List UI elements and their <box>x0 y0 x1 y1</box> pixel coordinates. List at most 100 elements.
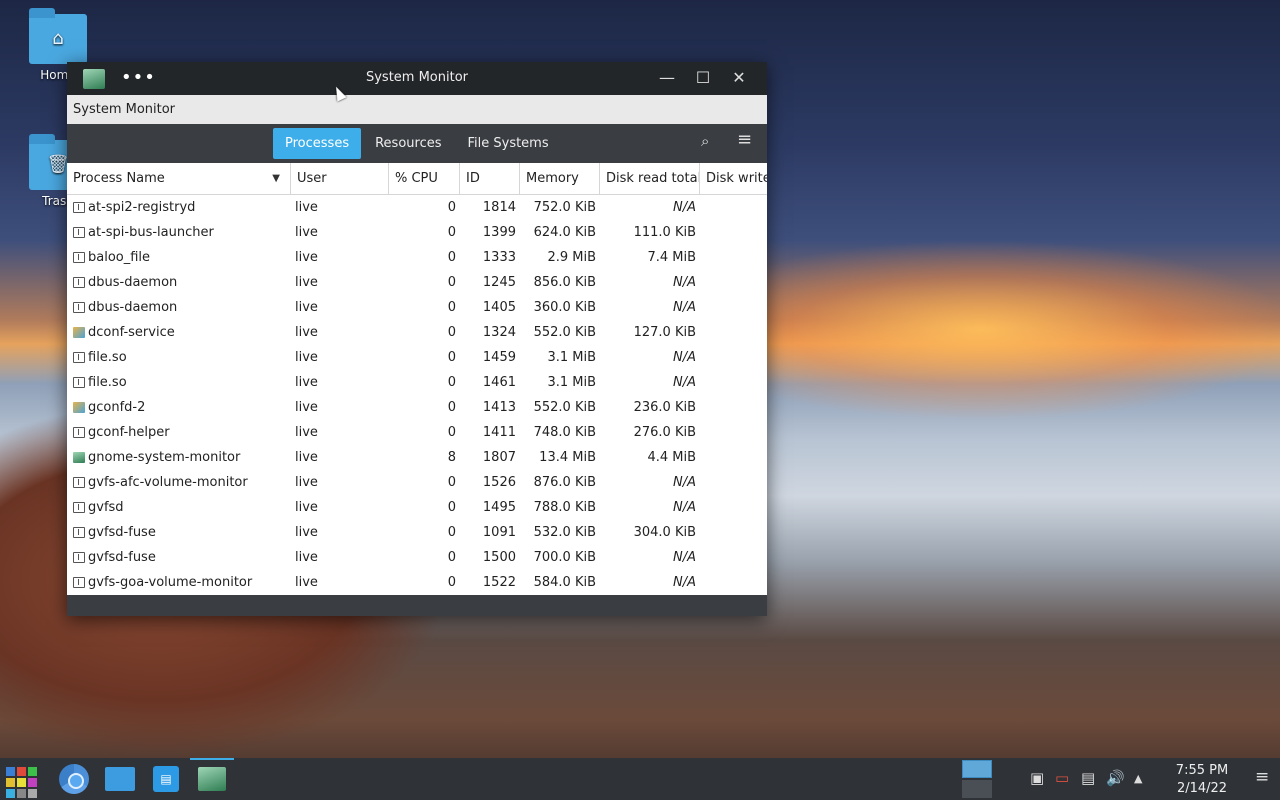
panel-menu-icon[interactable]: ≡ <box>1255 767 1269 787</box>
taskbar-system-monitor[interactable] <box>194 763 230 795</box>
menu-title[interactable]: System Monitor <box>73 102 175 117</box>
table-row[interactable]: dbus-daemon live 0 1405 360.0 KiB N/A <box>67 295 767 320</box>
terminal-app-icon <box>73 502 85 513</box>
table-row[interactable]: gvfs-afc-volume-monitor live 0 1526 876.0 Ki… <box>67 470 767 495</box>
search-icon[interactable]: ⌕ <box>701 132 709 150</box>
window-titlebar[interactable]: ••• System Monitor — ☐ ✕ <box>67 62 767 95</box>
cell-process-name: gvfsd <box>67 495 291 520</box>
cell-id: 1405 <box>482 300 516 315</box>
minimize-button[interactable]: — <box>653 66 681 90</box>
table-row[interactable]: at-spi2-registryd live 0 1814 752.0 KiB N/A <box>67 195 767 220</box>
table-row[interactable]: gvfsd-fuse live 0 1091 532.0 KiB 304.0 KiB <box>67 520 767 545</box>
active-task-indicator <box>190 758 234 760</box>
tab-file-systems[interactable]: File Systems <box>455 128 560 159</box>
desktop-2[interactable] <box>962 780 992 798</box>
cell-id: 1091 <box>482 525 516 540</box>
application-launcher-button[interactable] <box>2 763 38 798</box>
clock[interactable]: 7:55 PM 2/14/22 <box>1170 762 1234 798</box>
cell-memory: 788.0 KiB <box>533 500 596 515</box>
column-header-memory[interactable]: Memory <box>520 163 600 195</box>
tab-bar: Processes Resources File Systems <box>273 128 563 159</box>
cell-memory: 700.0 KiB <box>533 550 596 565</box>
cell-disk-write <box>700 295 767 320</box>
cell-user: live <box>295 550 318 565</box>
column-header-user[interactable]: User <box>291 163 389 195</box>
settings-app-icon <box>73 402 85 413</box>
column-header-disk-write[interactable]: Disk write <box>700 163 767 195</box>
taskbar-file-manager[interactable] <box>102 763 138 795</box>
table-row[interactable]: at-spi-bus-launcher live 0 1399 624.0 KiB 111… <box>67 220 767 245</box>
cell-process-name: gvfs-goa-volume-monitor <box>67 570 291 595</box>
cell-id: 1522 <box>482 575 516 590</box>
table-header: Process Name ▼ User % CPU ID Memory Disk… <box>67 163 767 195</box>
cell-disk-write <box>700 220 767 245</box>
volume-icon[interactable]: 🔊 <box>1106 769 1125 787</box>
column-header-process-name[interactable]: Process Name ▼ <box>67 163 291 195</box>
cell-memory: 3.1 MiB <box>547 350 596 365</box>
cell-user: live <box>295 375 318 390</box>
cell-memory: 552.0 KiB <box>533 400 596 415</box>
tab-processes[interactable]: Processes <box>273 128 362 159</box>
cell-process-name: baloo_file <box>67 245 291 270</box>
taskbar-browser[interactable] <box>56 763 92 795</box>
table-row[interactable]: gnome-system-monitor live 8 1807 13.4 MiB 4.4… <box>67 445 767 470</box>
cell-process-name: gconfd-2 <box>67 395 291 420</box>
cell-process-name: gvfs-afc-volume-monitor <box>67 470 291 495</box>
cell-memory: 3.1 MiB <box>547 375 596 390</box>
table-row[interactable]: file.so live 0 1459 3.1 MiB N/A <box>67 345 767 370</box>
cell-disk-read: 127.0 KiB <box>633 325 696 340</box>
taskbar-software-store[interactable]: ▤ <box>148 763 184 795</box>
cell-disk-write <box>700 470 767 495</box>
table-row[interactable]: gconf-helper live 0 1411 748.0 KiB 276.0 KiB <box>67 420 767 445</box>
table-row[interactable]: gvfs-goa-volume-monitor live 0 1522 584.0 Ki… <box>67 570 767 595</box>
close-button[interactable]: ✕ <box>725 66 753 90</box>
desktop-1[interactable] <box>962 760 992 778</box>
cell-cpu: 0 <box>447 400 456 415</box>
cell-cpu: 0 <box>447 225 456 240</box>
hamburger-menu-icon[interactable]: ≡ <box>737 129 752 150</box>
cell-cpu: 0 <box>447 350 456 365</box>
cell-process-name: dconf-service <box>67 320 291 345</box>
cell-cpu: 0 <box>447 250 456 265</box>
table-row[interactable]: dbus-daemon live 0 1245 856.0 KiB N/A <box>67 270 767 295</box>
column-header-disk-read[interactable]: Disk read total <box>600 163 700 195</box>
cell-disk-write <box>700 495 767 520</box>
column-header-cpu[interactable]: % CPU <box>389 163 460 195</box>
cell-cpu: 0 <box>447 425 456 440</box>
home-folder-icon: ⌂ <box>29 8 87 64</box>
maximize-button[interactable]: ☐ <box>689 66 717 90</box>
tab-resources[interactable]: Resources <box>363 128 453 159</box>
cell-cpu: 0 <box>447 525 456 540</box>
usb-device-icon[interactable]: ▣ <box>1030 769 1044 787</box>
cell-memory: 584.0 KiB <box>533 575 596 590</box>
table-row[interactable]: baloo_file live 0 1333 2.9 MiB 7.4 MiB <box>67 245 767 270</box>
terminal-app-icon <box>73 377 85 388</box>
table-row[interactable]: gvfsd-fuse live 0 1500 700.0 KiB N/A <box>67 545 767 570</box>
cell-user: live <box>295 350 318 365</box>
cell-memory: 748.0 KiB <box>533 425 596 440</box>
tray-expand-icon[interactable]: ▲ <box>1134 772 1142 785</box>
column-header-id[interactable]: ID <box>460 163 520 195</box>
cell-memory: 2.9 MiB <box>547 250 596 265</box>
cell-cpu: 0 <box>447 575 456 590</box>
table-row[interactable]: file.so live 0 1461 3.1 MiB N/A <box>67 370 767 395</box>
terminal-app-icon <box>73 527 85 538</box>
cell-disk-read: 7.4 MiB <box>647 250 696 265</box>
virtual-desktop-pager[interactable] <box>962 760 992 798</box>
table-row[interactable]: gconfd-2 live 0 1413 552.0 KiB 236.0 KiB <box>67 395 767 420</box>
cell-user: live <box>295 275 318 290</box>
cell-id: 1814 <box>482 200 516 215</box>
terminal-app-icon <box>73 477 85 488</box>
cell-id: 1411 <box>482 425 516 440</box>
terminal-app-icon <box>73 227 85 238</box>
cell-cpu: 8 <box>447 450 456 465</box>
clipboard-icon[interactable]: ▤ <box>1081 769 1095 787</box>
table-row[interactable]: gvfsd live 0 1495 788.0 KiB N/A <box>67 495 767 520</box>
cell-memory: 13.4 MiB <box>539 450 596 465</box>
cell-user: live <box>295 525 318 540</box>
display-icon[interactable]: ▭ <box>1055 769 1069 787</box>
cell-disk-read: N/A <box>673 350 696 365</box>
table-row[interactable]: dconf-service live 0 1324 552.0 KiB 127.0 KiB <box>67 320 767 345</box>
system-monitor-window: ••• System Monitor — ☐ ✕ System Monitor … <box>67 62 767 616</box>
cell-memory: 552.0 KiB <box>533 325 596 340</box>
